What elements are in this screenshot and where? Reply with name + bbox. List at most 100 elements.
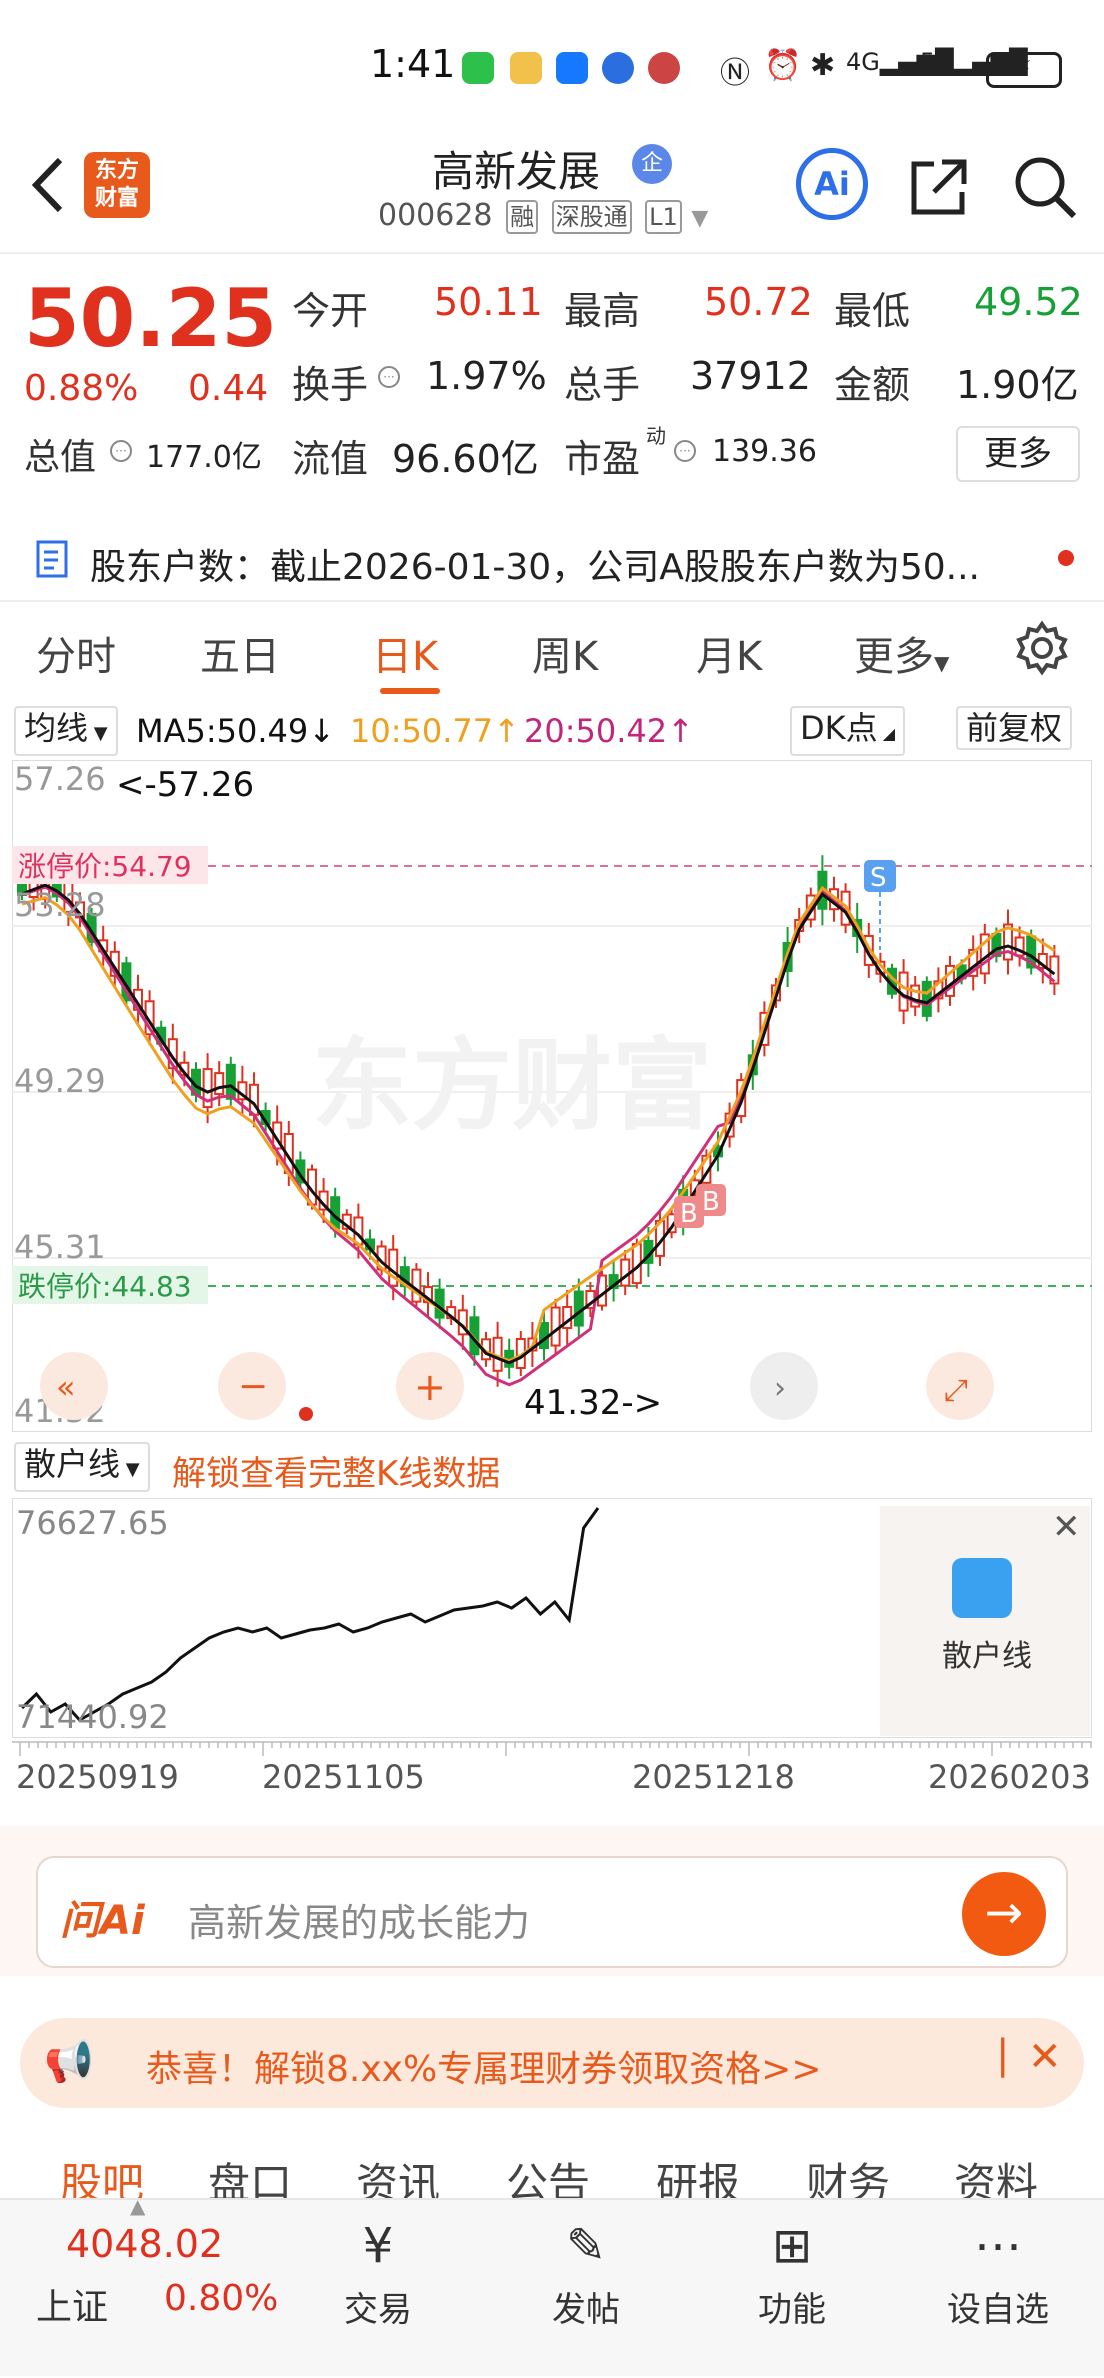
label-pe: 市盈 [564,437,641,481]
collapse-icon: ▲ [130,2194,146,2218]
ai-search-bar[interactable]: 问Ai 高新发展的成长能力 → [36,1856,1068,1968]
change-percent: 0.88% [24,368,139,409]
settings-icon[interactable] [1014,620,1070,676]
indicator-dot [299,1407,313,1421]
status-bar: 1:41 Ⓝ ⏰ ✱ 4G▂▄▆█ 5G▂▄▆█ ⚡ [0,0,1104,130]
more-button[interactable]: 更多 [956,426,1080,482]
promo-banner[interactable]: 📢 恭喜！解锁8.xx%专属理财券领取资格>> | ✕ [20,2018,1084,2108]
label-float-cap: 流值 [292,437,369,481]
close-icon[interactable]: ✕ [1052,1507,1081,1547]
arrow-right-icon[interactable]: → [962,1872,1046,1956]
ma-selector[interactable]: 均线 ▼ [14,706,118,756]
scroll-left-button[interactable]: « [40,1352,108,1420]
stock-header: 东方 财富 高新发展 企 000628 融 深股通 L1 ▼ Ai [0,130,1104,254]
label-market-cap: 总值 [24,437,97,478]
close-icon[interactable]: ✕ [1028,2034,1062,2080]
notice-bar[interactable]: 股东户数：截止2026-01-30，公司A股股东户数为50... [0,508,1104,608]
bottom-nav: ▲ 4048.02 上证 0.80% ¥ 交易 ✎ 发帖 ⊞ 功能 ⋯ 设自选 [0,2194,1104,2378]
info-tabs: 股吧 盘口 资讯 公告 研报 财务 资料 [0,2120,1104,2208]
unlock-link[interactable]: 解锁查看完整K线数据 [172,1446,500,1495]
ma10-value: 10:50.77↑ [350,712,520,750]
app-logo[interactable]: 东方 财富 [84,152,150,218]
limit-up-label: 涨停价:54.79 [18,850,192,883]
stock-code: 000628 [378,198,493,233]
zoom-out-button[interactable]: − [218,1352,286,1420]
tag-level: L1 [645,200,682,234]
watermark: 东方财富 [312,1027,712,1144]
label-open: 今开 [292,289,369,333]
y-tick-label: 71440.92 [16,1698,169,1736]
chart-tabs: 分时 五日 日K 周K 月K 更多▼ [0,600,1104,700]
candle [225,1063,236,1100]
svg-text:›: › [774,1371,786,1406]
svg-text:S: S [870,863,887,893]
y-tick-label: 76627.65 [16,1504,169,1542]
tab-weekly-k[interactable]: 周K [532,624,598,682]
tag-margin: 融 [506,200,539,234]
share-icon[interactable] [906,156,970,220]
document-icon [36,540,68,578]
ai-button[interactable]: Ai [796,148,868,220]
value-volume: 37912 [690,354,811,398]
stock-code-row[interactable]: 000628 融 深股通 L1 ▼ [378,198,708,234]
svg-text:⤢: ⤢ [944,1373,968,1408]
index-ticker[interactable]: ▲ 4048.02 上证 0.80% [0,2194,278,2378]
svg-text:B: B [680,1199,698,1229]
tag-connect: 深股通 [551,200,632,234]
dk-point-selector[interactable]: DK点 ◢ [790,706,906,756]
battery-icon: ⚡ [986,52,1062,88]
label-turnover: 换手 [292,363,369,407]
ai-query-text: 高新发展的成长能力 [188,1901,531,1945]
adjust-selector[interactable]: 前复权 [956,706,1073,750]
alipay-icon [556,52,588,84]
last-price: 50.25 [24,272,278,365]
ma-legend: 均线 ▼ MA5:50.49↓ 10:50.77↑ 20:50.42↑ DK点 … [0,700,1104,760]
tab-monthly-k[interactable]: 月K [696,624,762,682]
nav-post[interactable]: ✎ 发帖 [516,2210,656,2331]
active-tab-indicator [380,688,440,694]
x-tick-label: 20260203 [928,1758,1091,1796]
back-icon[interactable] [22,150,72,220]
tab-five-day[interactable]: 五日 [200,624,280,682]
nav-trade[interactable]: ¥ 交易 [308,2210,448,2331]
bluetooth-icon: ✱ [810,48,836,83]
y-tick-label: 49.29 [14,1062,106,1100]
value-float-cap: 96.60亿 [392,437,539,481]
label-volume: 总手 [564,363,641,407]
value-market-cap: 177.0亿 [146,440,262,475]
ai-logo: 问Ai [60,1898,145,1944]
nav-functions[interactable]: ⊞ 功能 [722,2210,862,2331]
retail-line-chart[interactable]: 76627.65 71440.92 散户线 ✕ [12,1498,1092,1738]
x-tick-label: 20251105 [262,1758,425,1796]
y-tick-label: 45.31 [14,1228,106,1266]
label-pe-sup: 动 [646,424,666,448]
nav-watchlist[interactable]: ⋯ 设自选 [928,2210,1068,2331]
search-icon[interactable] [1012,154,1078,220]
index-change: 0.80% [164,2278,279,2319]
tab-daily-k[interactable]: 日K [372,624,438,682]
info-icon[interactable]: ··· [674,440,696,462]
retail-line-selector[interactable]: 散户线 ▼ [14,1442,150,1492]
info-icon[interactable]: ··· [378,366,400,388]
sell-marker[interactable]: S [864,860,896,893]
kline-chart[interactable]: 东方财富 57.26 53.28 49.29 45.31 41.32 <-57.… [12,760,1092,1432]
value-pe: 139.36 [712,434,817,469]
tab-intraday[interactable]: 分时 [36,624,116,682]
value-turnover: 1.97% [426,354,547,398]
enterprise-badge: 企 [632,144,672,184]
value-open: 50.11 [434,280,543,324]
scroll-right-button[interactable]: › [750,1352,818,1420]
value-amount: 1.90亿 [956,363,1079,407]
label-low: 最低 [834,289,911,333]
retail-side-label: 散户线 [942,1639,1032,1674]
svg-text:B: B [702,1187,720,1217]
buy-marker[interactable]: B [696,1184,726,1217]
tab-more[interactable]: 更多▼ [854,624,949,682]
info-icon[interactable]: ··· [110,440,132,462]
svg-text:+: + [414,1365,446,1409]
clock: 1:41 [370,42,456,86]
zoom-in-button[interactable]: + [396,1352,464,1420]
alarm-icon: ⏰ [764,48,802,83]
fullscreen-button[interactable]: ⤢ [926,1352,994,1420]
label-amount: 金额 [834,363,911,407]
